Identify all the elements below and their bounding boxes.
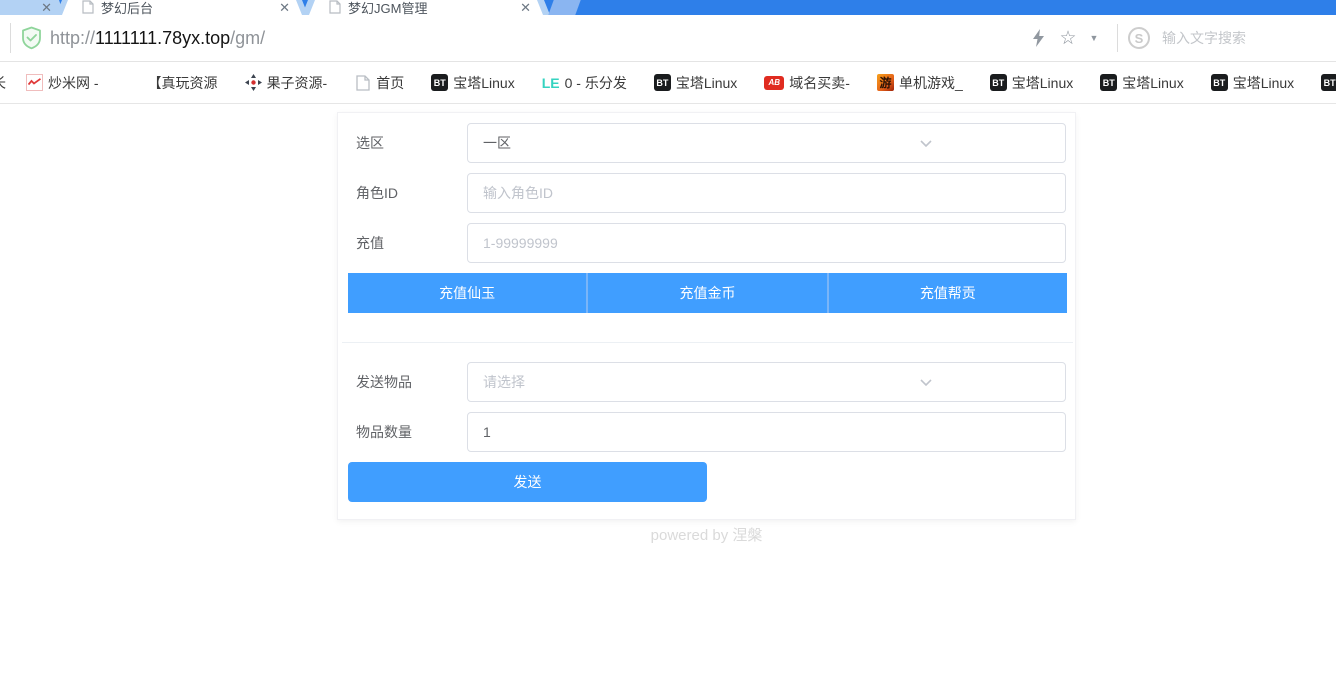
tab-close-icon[interactable]: ✕ — [520, 1, 531, 14]
toolbar-divider — [1117, 24, 1118, 52]
page-content: 选区 一区 角色ID 充值 充值仙玉 充值金币 — [0, 104, 1336, 687]
bookmark-item[interactable]: BT 宝塔Linux — [990, 73, 1073, 93]
bookmark-item-partial[interactable]: 长 — [0, 62, 6, 104]
toolbar-divider — [10, 23, 11, 53]
url-path: /gm/ — [230, 28, 265, 48]
recharge-amount-input[interactable] — [467, 223, 1066, 263]
item-count-input[interactable] — [467, 412, 1066, 452]
zone-selected-value: 一区 — [483, 133, 1035, 153]
bookmark-item-partial[interactable]: BT — [1321, 74, 1336, 91]
zone-select[interactable]: 一区 — [467, 123, 1066, 163]
item-count-label: 物品数量 — [356, 412, 461, 452]
sogou-search-icon[interactable]: S — [1128, 27, 1150, 49]
bookmark-item[interactable]: BT 宝塔Linux — [1100, 73, 1183, 93]
bookmark-item[interactable]: 游 单机游戏_ — [877, 73, 963, 93]
send-item-placeholder: 请选择 — [483, 372, 1035, 392]
lightning-icon[interactable] — [1023, 23, 1053, 53]
url-host: 1111111.78yx.top — [95, 28, 230, 48]
page-icon — [82, 0, 94, 14]
bookmark-label: 域名买卖- — [789, 73, 850, 93]
recharge-xianyu-button[interactable]: 充值仙玉 — [348, 273, 586, 313]
bookmark-label: 首页 — [376, 73, 404, 93]
domain-trade-icon: AB — [764, 76, 784, 90]
bookmark-label: 宝塔Linux — [453, 73, 514, 93]
tab-gm-admin-active[interactable]: 梦幻JGM管理 ✕ — [309, 0, 543, 15]
bookmark-label: 果子资源- — [267, 73, 328, 93]
bookmark-label: 【真玩资源 — [148, 73, 218, 93]
game-icon: 游 — [877, 74, 894, 91]
mosaic-icon — [126, 74, 143, 91]
browser-window: ✕ 梦幻后台 ✕ 梦幻JGM管理 ✕ — [0, 0, 1336, 687]
search-input[interactable]: 输入文字搜索 — [1162, 28, 1246, 48]
page-icon — [354, 74, 371, 91]
bookmark-label: 炒米网 - — [48, 73, 99, 93]
bookmark-label: 单机游戏_ — [899, 73, 963, 93]
zone-label: 选区 — [356, 123, 461, 163]
bookmark-label: 宝塔Linux — [1233, 73, 1294, 93]
baota-bt-icon: BT — [1100, 74, 1117, 91]
page-icon — [329, 0, 341, 14]
tab-close-icon[interactable]: ✕ — [41, 1, 52, 14]
bookmarks-bar: 长 炒米网 - 【真玩资源 果子资源- — [0, 62, 1336, 104]
address-bar-actions: ☆ ▼ S 输入文字搜索 — [1023, 15, 1336, 61]
url-protocol: http:// — [50, 28, 95, 48]
bookmark-item[interactable]: 果子资源- — [245, 73, 328, 93]
bookmark-item[interactable]: BT 宝塔Linux — [1211, 73, 1294, 93]
role-id-label: 角色ID — [356, 173, 461, 213]
crosshair-icon — [245, 74, 262, 91]
baota-bt-icon: BT — [990, 74, 1007, 91]
powered-by-text: powered by 涅槃 — [337, 524, 1076, 545]
tab-partial-left[interactable]: ✕ — [0, 0, 64, 15]
tab-strip: ✕ 梦幻后台 ✕ 梦幻JGM管理 ✕ — [0, 0, 1336, 15]
tab-close-icon[interactable]: ✕ — [279, 1, 290, 14]
bookmark-item[interactable]: LE 0 - 乐分发 — [542, 73, 627, 93]
baota-bt-icon: BT — [654, 74, 671, 91]
bookmark-label: 0 - 乐分发 — [565, 73, 627, 93]
security-shield-icon[interactable] — [21, 26, 42, 50]
bookmark-label: 宝塔Linux — [1012, 73, 1073, 93]
address-bar: http://1111111.78yx.top/gm/ ☆ ▼ S 输入文字搜索 — [0, 15, 1336, 62]
recharge-gold-button[interactable]: 充值金币 — [586, 273, 826, 313]
bookmark-item[interactable]: 炒米网 - — [26, 73, 99, 93]
new-tab-button[interactable] — [548, 0, 580, 15]
send-button[interactable]: 发送 — [348, 462, 707, 502]
lefenfa-le-icon: LE — [542, 74, 560, 91]
role-id-input[interactable] — [467, 173, 1066, 213]
recharge-banggong-button[interactable]: 充值帮贡 — [827, 273, 1067, 313]
baota-bt-icon: BT — [431, 74, 448, 91]
recharge-amount-label: 充值 — [356, 223, 461, 263]
send-item-select[interactable]: 请选择 — [467, 362, 1066, 402]
baota-bt-icon: BT — [1211, 74, 1228, 91]
bookmark-item[interactable]: 【真玩资源 — [126, 73, 218, 93]
bookmark-item[interactable]: BT 宝塔Linux — [431, 73, 514, 93]
tab-title: 梦幻后台 — [101, 0, 279, 15]
bookmark-item[interactable]: AB 域名买卖- — [764, 73, 850, 93]
recharge-button-group: 充值仙玉 充值金币 充值帮贡 — [348, 273, 1067, 313]
url-field[interactable]: http://1111111.78yx.top/gm/ — [50, 15, 265, 61]
send-item-label: 发送物品 — [356, 362, 461, 402]
tab-title: 梦幻JGM管理 — [348, 0, 520, 15]
tab-mengdao-backend[interactable]: 梦幻后台 ✕ — [62, 0, 302, 15]
bookmark-item[interactable]: 首页 — [354, 73, 404, 93]
stock-chart-icon — [26, 74, 43, 91]
bookmark-label: 宝塔Linux — [1122, 73, 1183, 93]
section-divider — [342, 342, 1073, 343]
bookmark-label: 宝塔Linux — [676, 73, 737, 93]
favorites-dropdown-caret-icon[interactable]: ▼ — [1079, 23, 1109, 53]
bookmark-item[interactable]: BT 宝塔Linux — [654, 73, 737, 93]
baota-bt-icon: BT — [1321, 74, 1336, 91]
gm-form-card: 选区 一区 角色ID 充值 充值仙玉 充值金币 — [337, 112, 1076, 520]
